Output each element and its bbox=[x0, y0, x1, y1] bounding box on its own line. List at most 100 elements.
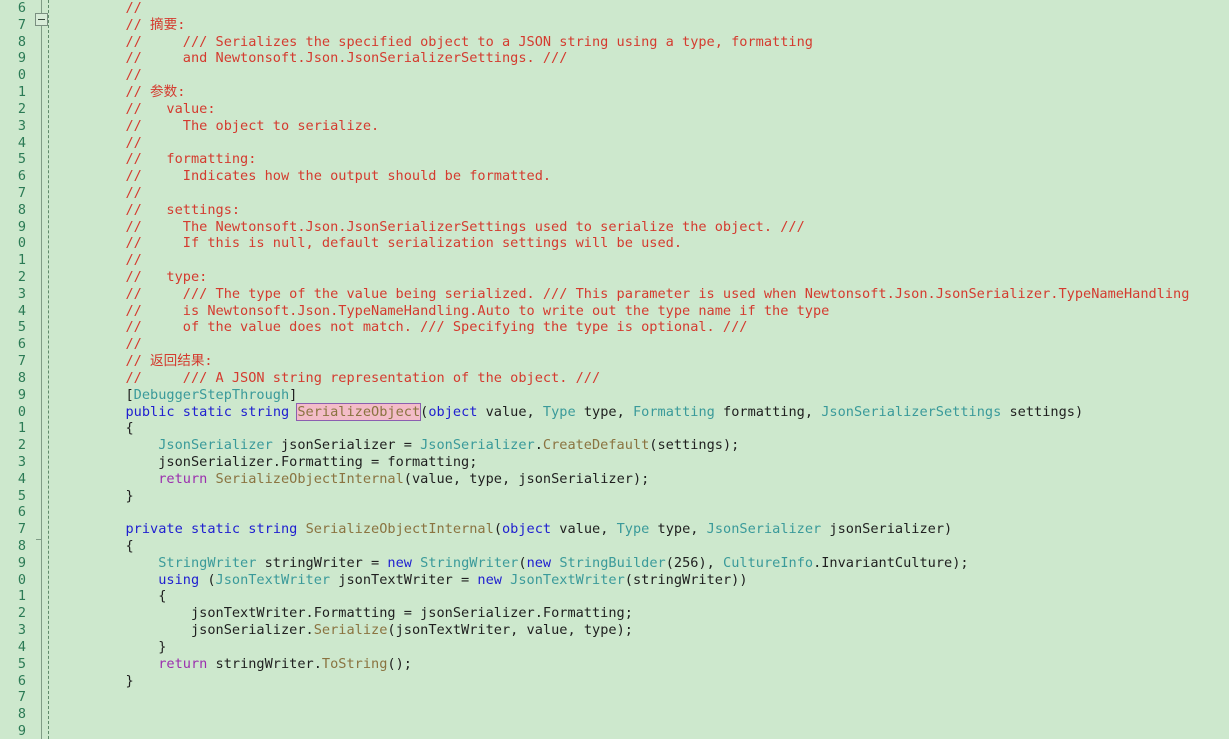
code-line[interactable]: // Indicates how the output should be fo… bbox=[60, 168, 1229, 185]
code-token: } bbox=[158, 638, 167, 655]
code-token: CreateDefault bbox=[542, 437, 650, 454]
code-editor[interactable]: 6789012345678901234567890123456789012345… bbox=[0, 0, 1229, 739]
line-number: 3 bbox=[17, 117, 26, 134]
code-token: settings bbox=[1009, 403, 1075, 420]
code-token: type bbox=[657, 521, 691, 538]
code-line[interactable]: // 返回结果: bbox=[60, 353, 1229, 370]
code-line[interactable]: // settings: bbox=[60, 202, 1229, 219]
code-token: // bbox=[125, 67, 142, 84]
code-line[interactable]: // /// A JSON string representation of t… bbox=[60, 370, 1229, 387]
code-line[interactable]: StringWriter stringWriter = new StringWr… bbox=[60, 555, 1229, 572]
code-token: Serialize bbox=[313, 622, 388, 639]
code-line[interactable]: // value: bbox=[60, 101, 1229, 118]
code-line[interactable]: private static string SerializeObjectInt… bbox=[60, 521, 1229, 538]
code-token: return bbox=[158, 470, 208, 487]
code-line[interactable]: // is Newtonsoft.Json.TypeNameHandling.A… bbox=[60, 303, 1229, 320]
line-number: 2 bbox=[17, 605, 26, 622]
code-line[interactable]: // /// Serializes the specified object t… bbox=[60, 34, 1229, 51]
code-token: string bbox=[240, 403, 290, 420]
code-token: jsonSerializer bbox=[829, 521, 944, 538]
code-token: , bbox=[502, 470, 519, 487]
code-line[interactable]: // The Newtonsoft.Json.JsonSerializerSet… bbox=[60, 219, 1229, 236]
code-line[interactable]: // /// The type of the value being seria… bbox=[60, 286, 1229, 303]
code-line[interactable]: // bbox=[60, 185, 1229, 202]
code-line[interactable]: // bbox=[60, 252, 1229, 269]
gutter-vertical-rule bbox=[41, 0, 42, 739]
code-token: ( bbox=[624, 571, 633, 588]
code-token: // type: bbox=[125, 269, 208, 285]
code-line[interactable]: jsonSerializer.Formatting = formatting; bbox=[60, 454, 1229, 471]
collapse-minus-icon[interactable] bbox=[35, 13, 48, 26]
code-line[interactable]: { bbox=[60, 538, 1229, 555]
code-token: ] bbox=[289, 386, 298, 403]
code-token: value bbox=[526, 622, 568, 639]
code-line[interactable]: // and Newtonsoft.Json.JsonSerializerSet… bbox=[60, 50, 1229, 67]
code-token: ( bbox=[403, 470, 412, 487]
code-line[interactable]: using (JsonTextWriter jsonTextWriter = n… bbox=[60, 572, 1229, 589]
code-token: new bbox=[387, 554, 412, 571]
code-text-area[interactable]: // // 摘要: // /// Serializes the specifie… bbox=[60, 0, 1229, 739]
code-token: Formatting bbox=[280, 453, 363, 470]
code-line[interactable]: // of the value does not match. /// Spec… bbox=[60, 319, 1229, 336]
line-number: 8 bbox=[17, 538, 26, 554]
code-line[interactable]: jsonSerializer.Serialize(jsonTextWriter,… bbox=[60, 622, 1229, 639]
code-line[interactable]: jsonTextWriter.Formatting = jsonSerializ… bbox=[60, 605, 1229, 622]
code-line[interactable]: { bbox=[60, 420, 1229, 437]
code-token: type bbox=[583, 622, 617, 639]
line-number: 7 bbox=[17, 353, 26, 370]
line-number: 6 bbox=[17, 0, 26, 16]
code-line[interactable]: // bbox=[60, 135, 1229, 152]
code-token: , bbox=[690, 521, 707, 538]
code-line[interactable]: // 参数: bbox=[60, 84, 1229, 101]
code-line[interactable]: // formatting: bbox=[60, 151, 1229, 168]
line-number: 5 bbox=[17, 151, 26, 168]
code-line[interactable]: return SerializeObjectInternal(value, ty… bbox=[60, 471, 1229, 488]
code-token: // 参数: bbox=[125, 84, 186, 101]
code-token: value bbox=[485, 403, 527, 420]
code-line[interactable]: } bbox=[60, 639, 1229, 656]
code-token: type bbox=[469, 470, 502, 487]
code-line[interactable]: // bbox=[60, 67, 1229, 84]
code-token: } bbox=[125, 487, 134, 504]
code-line[interactable]: return stringWriter.ToString(); bbox=[60, 656, 1229, 673]
code-line[interactable]: // bbox=[60, 0, 1229, 17]
code-token: = bbox=[362, 453, 388, 470]
code-token: public bbox=[125, 403, 175, 420]
code-line[interactable]: JsonSerializer jsonSerializer = JsonSeri… bbox=[60, 437, 1229, 454]
line-number: 7 bbox=[17, 521, 26, 538]
code-line[interactable]: // The object to serialize. bbox=[60, 118, 1229, 135]
code-line[interactable]: // 摘要: bbox=[60, 17, 1229, 34]
code-token: ; bbox=[469, 453, 478, 470]
code-token: JsonTextWriter bbox=[215, 571, 331, 588]
code-line[interactable]: { bbox=[60, 588, 1229, 605]
code-line[interactable]: // If this is null, default serializatio… bbox=[60, 235, 1229, 252]
code-token: Formatting bbox=[313, 605, 396, 622]
code-line[interactable]: // type: bbox=[60, 269, 1229, 286]
code-token: // bbox=[125, 184, 142, 201]
code-token: static bbox=[190, 521, 241, 538]
code-line[interactable]: public static string SerializeObject(obj… bbox=[60, 402, 1229, 421]
gutter-rule-tick bbox=[36, 539, 42, 540]
line-number: 1 bbox=[17, 252, 26, 269]
code-line[interactable]: [DebuggerStepThrough] bbox=[60, 387, 1229, 404]
code-line[interactable]: } bbox=[60, 673, 1229, 690]
code-line[interactable]: // bbox=[60, 336, 1229, 353]
code-token: stringWriter bbox=[264, 554, 363, 571]
code-line[interactable]: } bbox=[60, 488, 1229, 505]
code-line[interactable] bbox=[60, 504, 1229, 521]
line-number: 8 bbox=[17, 706, 26, 723]
highlighted-symbol[interactable]: SerializeObject bbox=[296, 402, 422, 421]
code-token: jsonTextWriter bbox=[338, 571, 453, 588]
